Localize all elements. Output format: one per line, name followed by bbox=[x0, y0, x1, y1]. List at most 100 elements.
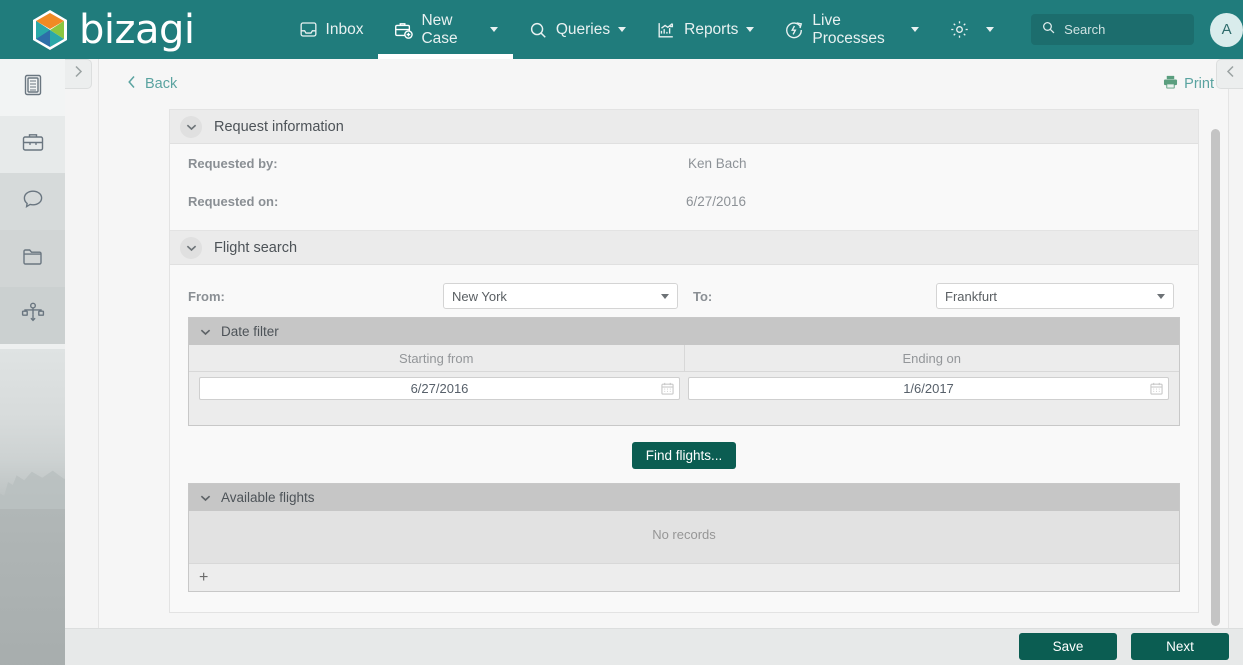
global-search[interactable] bbox=[1031, 14, 1195, 45]
from-dropdown[interactable]: New York bbox=[443, 283, 678, 309]
ending-on-date-input[interactable]: 1/6/2017 bbox=[688, 377, 1169, 400]
from-value: New York bbox=[452, 288, 507, 304]
nav-label-new-case: New Case bbox=[421, 11, 458, 47]
section-flight-search: Flight search From: New York To: Frankfu… bbox=[169, 230, 1199, 613]
chevron-down-icon bbox=[661, 293, 669, 299]
find-flights-button[interactable]: Find flights... bbox=[631, 442, 737, 469]
date-grid-header: Starting from Ending on bbox=[189, 345, 1179, 372]
available-flights-body: No records bbox=[189, 511, 1179, 563]
no-records-message: No records bbox=[652, 527, 716, 542]
nav-item-reports[interactable]: Reports bbox=[641, 0, 769, 59]
case-form-workarea: Back Print Request information Requested… bbox=[98, 59, 1229, 630]
chevron-left-icon bbox=[1225, 64, 1236, 84]
add-flight-button[interactable]: + bbox=[199, 569, 208, 586]
gear-icon bbox=[949, 19, 970, 40]
column-header-starting-from: Starting from bbox=[399, 350, 474, 366]
vertical-scrollbar-thumb[interactable] bbox=[1211, 129, 1220, 626]
sidebar-item-tasks[interactable] bbox=[0, 59, 65, 116]
form-footer: Save Next bbox=[65, 628, 1243, 665]
find-flights-row: Find flights... bbox=[170, 426, 1198, 483]
printer-icon bbox=[1163, 75, 1178, 93]
new-case-icon bbox=[393, 20, 414, 40]
field-requested-on: Requested on: 6/27/2016 bbox=[170, 182, 1198, 220]
chat-bubble-icon bbox=[21, 188, 45, 215]
field-requested-by: Requested by: Ken Bach bbox=[170, 144, 1198, 182]
live-processes-icon bbox=[784, 20, 804, 40]
to-dropdown[interactable]: Frankfurt bbox=[936, 283, 1174, 309]
chevron-down-icon bbox=[489, 27, 498, 32]
starting-from-date-input[interactable]: 6/27/2016 bbox=[199, 377, 680, 400]
form-toolbar: Back Print bbox=[99, 59, 1228, 109]
brand-logo[interactable]: bizagi bbox=[0, 8, 272, 52]
sidebar-background-photo bbox=[0, 349, 65, 665]
sidebar-item-process[interactable] bbox=[0, 287, 65, 344]
print-label: Print bbox=[1184, 76, 1214, 92]
search-icon bbox=[1041, 20, 1056, 40]
cell-starting-from: 6/27/2016 bbox=[195, 377, 684, 400]
chevron-down-icon bbox=[746, 27, 755, 32]
chevron-down-icon[interactable] bbox=[180, 115, 202, 138]
nav-item-settings[interactable] bbox=[934, 0, 1009, 59]
from-to-row: From: New York To: Frankfurt bbox=[170, 275, 1198, 317]
nav-label-queries: Queries bbox=[555, 20, 611, 38]
user-avatar[interactable]: A bbox=[1210, 12, 1243, 47]
save-button[interactable]: Save bbox=[1019, 633, 1117, 660]
print-button[interactable]: Print bbox=[1163, 75, 1214, 93]
chevron-left-icon bbox=[127, 75, 137, 93]
chevron-down-icon bbox=[1157, 293, 1165, 299]
calendar-icon[interactable] bbox=[1150, 382, 1163, 400]
sidebar-item-cases[interactable] bbox=[0, 116, 65, 173]
subsection-date-filter: Date filter Starting from Ending on 6/27… bbox=[188, 317, 1180, 426]
section-header-flight-search[interactable]: Flight search bbox=[170, 231, 1198, 265]
nav-item-inbox[interactable]: Inbox bbox=[284, 0, 379, 59]
clipboard-list-icon bbox=[22, 73, 44, 102]
folder-icon bbox=[21, 246, 45, 272]
subsection-header-available-flights[interactable]: Available flights bbox=[189, 484, 1179, 511]
back-button[interactable]: Back bbox=[127, 75, 177, 93]
ending-on-date-value: 1/6/2017 bbox=[903, 381, 954, 396]
nav-item-queries[interactable]: Queries bbox=[513, 0, 641, 59]
to-label: To: bbox=[693, 288, 713, 304]
section-request-information: Request information Requested by: Ken Ba… bbox=[169, 109, 1199, 230]
left-sidebar bbox=[0, 59, 65, 665]
nav-item-new-case[interactable]: New Case bbox=[378, 0, 514, 59]
right-panel-collapse-button[interactable] bbox=[1216, 59, 1243, 89]
nav-label-reports: Reports bbox=[684, 20, 739, 38]
sidebar-item-messages[interactable] bbox=[0, 173, 65, 230]
avatar-initial: A bbox=[1221, 21, 1232, 38]
inbox-icon bbox=[299, 20, 318, 39]
main-content: Back Print Request information Requested… bbox=[65, 59, 1243, 665]
subsection-header-date-filter[interactable]: Date filter bbox=[189, 318, 1179, 345]
search-icon bbox=[528, 20, 548, 40]
chevron-right-icon bbox=[73, 64, 84, 84]
search-input[interactable] bbox=[1064, 22, 1185, 37]
subsection-title-available-flights: Available flights bbox=[221, 490, 315, 505]
chevron-down-icon[interactable] bbox=[197, 494, 213, 502]
field-value-requested-by: Ken Bach bbox=[688, 155, 747, 171]
nav-label-live-processes: Live Processes bbox=[812, 11, 885, 47]
sidebar-expand-button[interactable] bbox=[65, 59, 92, 89]
briefcase-icon bbox=[21, 131, 45, 158]
field-label-requested-on: Requested on: bbox=[188, 193, 279, 209]
to-value: Frankfurt bbox=[945, 288, 998, 304]
reports-chart-icon bbox=[656, 20, 676, 40]
starting-from-date-value: 6/27/2016 bbox=[410, 381, 469, 396]
chevron-down-icon[interactable] bbox=[197, 328, 213, 336]
section-title-flight-search: Flight search bbox=[214, 239, 298, 256]
from-label: From: bbox=[188, 288, 225, 304]
calendar-icon[interactable] bbox=[661, 382, 674, 400]
section-header-request-information[interactable]: Request information bbox=[170, 110, 1198, 144]
nav-item-live-processes[interactable]: Live Processes bbox=[769, 0, 934, 59]
chevron-down-icon[interactable] bbox=[180, 236, 202, 259]
sidebar-item-documents[interactable] bbox=[0, 230, 65, 287]
nav-items: Inbox New Case Queries Reports Live Proc… bbox=[284, 0, 1010, 59]
chevron-down-icon bbox=[986, 27, 995, 32]
case-form: Request information Requested by: Ken Ba… bbox=[169, 109, 1199, 613]
date-grid-row: 6/27/2016 1/6/2017 bbox=[189, 372, 1179, 404]
subsection-title-date-filter: Date filter bbox=[221, 324, 279, 339]
back-label: Back bbox=[145, 76, 178, 92]
brand-name: bizagi bbox=[79, 6, 195, 53]
next-button[interactable]: Next bbox=[1131, 633, 1229, 660]
column-header-ending-on: Ending on bbox=[683, 345, 1180, 371]
subsection-available-flights: Available flights No records + bbox=[188, 483, 1180, 592]
